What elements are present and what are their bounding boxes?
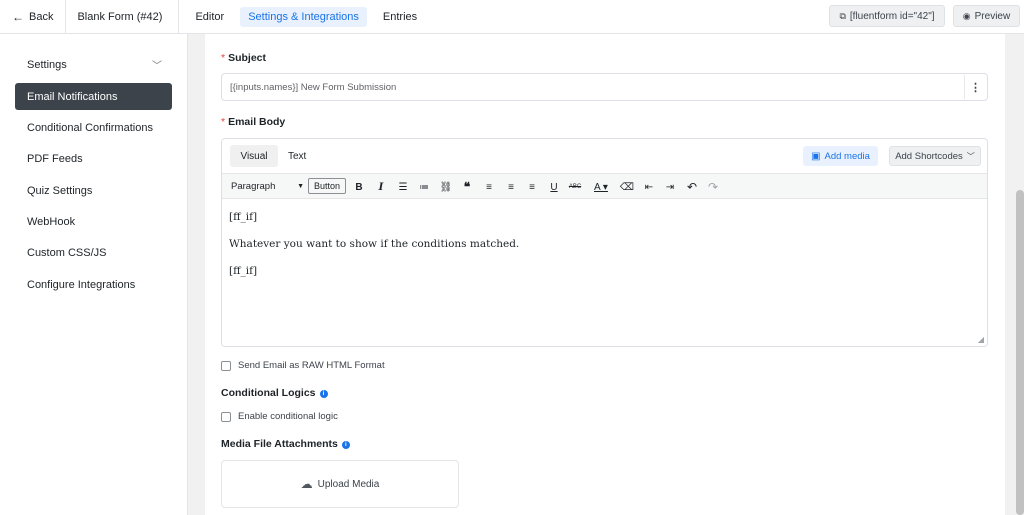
- tab-settings-integrations[interactable]: Settings & Integrations: [240, 6, 367, 27]
- shortcode-copy-button[interactable]: ⧉ [fluentform id="42"]: [829, 5, 945, 27]
- sidebar-item-webhook[interactable]: WebHook: [15, 208, 172, 235]
- subject-label: * Subject: [221, 52, 266, 64]
- copy-icon: ⧉: [839, 10, 846, 21]
- add-media-label: Add media: [824, 150, 870, 162]
- link-icon[interactable]: ⛓: [437, 178, 455, 196]
- body-line: [ff_if]: [229, 211, 258, 223]
- align-left-icon[interactable]: ≡: [480, 178, 498, 196]
- form-title: Blank Form (#42): [66, 0, 180, 34]
- numbered-list-icon[interactable]: ≔: [415, 178, 433, 196]
- email-body-editor: Visual Text ▣ Add media Add Shortcodes ﹀…: [221, 138, 988, 347]
- info-icon[interactable]: i: [319, 390, 328, 398]
- outdent-icon[interactable]: ⇤: [640, 178, 658, 196]
- shortcode-menu-icon[interactable]: ⋮: [964, 75, 986, 99]
- tab-visual[interactable]: Visual: [230, 145, 278, 167]
- arrow-left-icon: ←: [12, 9, 24, 24]
- cloud-upload-icon: ☁: [300, 477, 313, 491]
- resize-handle-icon[interactable]: ◢: [978, 335, 984, 344]
- sidebar-item-label: Email Notifications: [27, 90, 118, 103]
- undo-icon[interactable]: ↶: [683, 178, 701, 196]
- sidebar-item-quiz-settings[interactable]: Quiz Settings: [15, 177, 172, 204]
- sidebar-item-label: WebHook: [27, 215, 76, 228]
- back-label: Back: [29, 10, 54, 23]
- sidebar-item-label: PDF Feeds: [27, 152, 83, 165]
- upload-media-label: Upload Media: [317, 478, 380, 490]
- editor-header: Visual Text ▣ Add media Add Shortcodes ﹀: [222, 139, 987, 173]
- body-line: Whatever you want to show if the conditi…: [229, 238, 520, 250]
- paragraph-select[interactable]: Paragraph ▼: [227, 178, 307, 195]
- shortcode-label: [fluentform id="42"]: [849, 10, 935, 22]
- notification-form: * Subject [{inputs.names}] New Form Submi…: [205, 34, 1005, 515]
- scrollbar-thumb[interactable]: [1016, 190, 1024, 515]
- settings-sidebar: Settings ﹀ Email Notifications Condition…: [0, 34, 188, 515]
- editor-content[interactable]: [ff_if] Whatever you want to show if the…: [222, 199, 987, 346]
- sidebar-item-configure-integrations[interactable]: Configure Integrations: [15, 271, 172, 298]
- sidebar-item-email-notifications[interactable]: Email Notifications: [15, 83, 172, 110]
- raw-html-option[interactable]: Send Email as RAW HTML Format: [221, 360, 385, 371]
- caret-down-icon: ▼: [297, 183, 304, 190]
- sidebar-item-pdf-feeds[interactable]: PDF Feeds: [15, 145, 172, 172]
- preview-label: Preview: [974, 10, 1011, 22]
- media-attachments-text: Media File Attachments: [221, 438, 338, 450]
- tab-editor[interactable]: Editor: [187, 7, 232, 27]
- align-center-icon[interactable]: ≡: [502, 178, 520, 196]
- insert-button-button[interactable]: Button: [308, 178, 346, 194]
- info-icon[interactable]: i: [341, 441, 350, 449]
- add-media-button[interactable]: ▣ Add media: [803, 146, 878, 166]
- conditional-logics-text: Conditional Logics: [221, 387, 316, 399]
- text-color-icon[interactable]: A ▾: [588, 178, 614, 196]
- conditional-logics-label: Conditional Logics i: [221, 387, 328, 399]
- italic-icon[interactable]: I: [372, 178, 390, 196]
- preview-button[interactable]: ◉ Preview: [953, 5, 1020, 27]
- bullet-list-icon[interactable]: ☰: [394, 178, 412, 196]
- eye-icon: ◉: [962, 10, 971, 21]
- indent-icon[interactable]: ⇥: [661, 178, 679, 196]
- raw-html-label: Send Email as RAW HTML Format: [238, 360, 385, 371]
- editor-toolbar: Paragraph ▼ Button B I ☰ ≔ ⛓ ❝ ≡ ≡ ≡ U A…: [222, 173, 987, 199]
- sidebar-item-label: Configure Integrations: [27, 278, 136, 291]
- tab-entries[interactable]: Entries: [375, 7, 425, 27]
- redo-icon[interactable]: ↷: [704, 178, 722, 196]
- required-marker: *: [221, 52, 226, 64]
- underline-icon[interactable]: U: [545, 178, 563, 196]
- enable-conditional-label: Enable conditional logic: [238, 411, 338, 422]
- sidebar-item-label: Quiz Settings: [27, 184, 93, 197]
- chevron-down-icon: ﹀: [966, 151, 975, 161]
- sidebar-item-label: Conditional Confirmations: [27, 121, 153, 134]
- sidebar-item-conditional-confirmations[interactable]: Conditional Confirmations: [15, 114, 172, 141]
- required-marker: *: [221, 116, 226, 128]
- add-shortcodes-button[interactable]: Add Shortcodes ﹀: [889, 146, 981, 166]
- paragraph-label: Paragraph: [231, 181, 276, 192]
- sidebar-item-custom-css-js[interactable]: Custom CSS/JS: [15, 239, 172, 266]
- enable-conditional-checkbox[interactable]: [221, 411, 231, 422]
- tab-text[interactable]: Text: [284, 145, 310, 167]
- sidebar-item-settings[interactable]: Settings ﹀: [15, 51, 172, 78]
- add-shortcodes-label: Add Shortcodes: [895, 150, 963, 162]
- back-button[interactable]: ← Back: [0, 0, 67, 34]
- subject-input[interactable]: [{inputs.names}] New Form Submission ⋮: [221, 73, 988, 101]
- email-body-label-text: Email Body: [228, 116, 286, 128]
- enable-conditional-option[interactable]: Enable conditional logic: [221, 411, 338, 422]
- sidebar-item-label: Custom CSS/JS: [27, 246, 107, 259]
- raw-html-checkbox[interactable]: [221, 360, 231, 371]
- blockquote-icon[interactable]: ❝: [458, 178, 476, 196]
- upload-media-button[interactable]: ☁ Upload Media: [221, 460, 459, 508]
- media-icon: ▣: [811, 150, 821, 162]
- subject-label-text: Subject: [228, 52, 267, 64]
- media-attachments-label: Media File Attachments i: [221, 438, 350, 450]
- email-body-label: * Email Body: [221, 116, 285, 128]
- strikethrough-icon[interactable]: ABC: [566, 178, 584, 196]
- bold-icon[interactable]: B: [350, 178, 368, 196]
- chevron-down-icon: ﹀: [152, 61, 162, 72]
- eraser-icon[interactable]: ⌫: [618, 178, 636, 196]
- subject-value: [{inputs.names}] New Form Submission: [230, 81, 397, 93]
- sidebar-item-label: Settings: [27, 58, 67, 71]
- align-right-icon[interactable]: ≡: [523, 178, 541, 196]
- body-line: [ff_if]: [229, 265, 258, 277]
